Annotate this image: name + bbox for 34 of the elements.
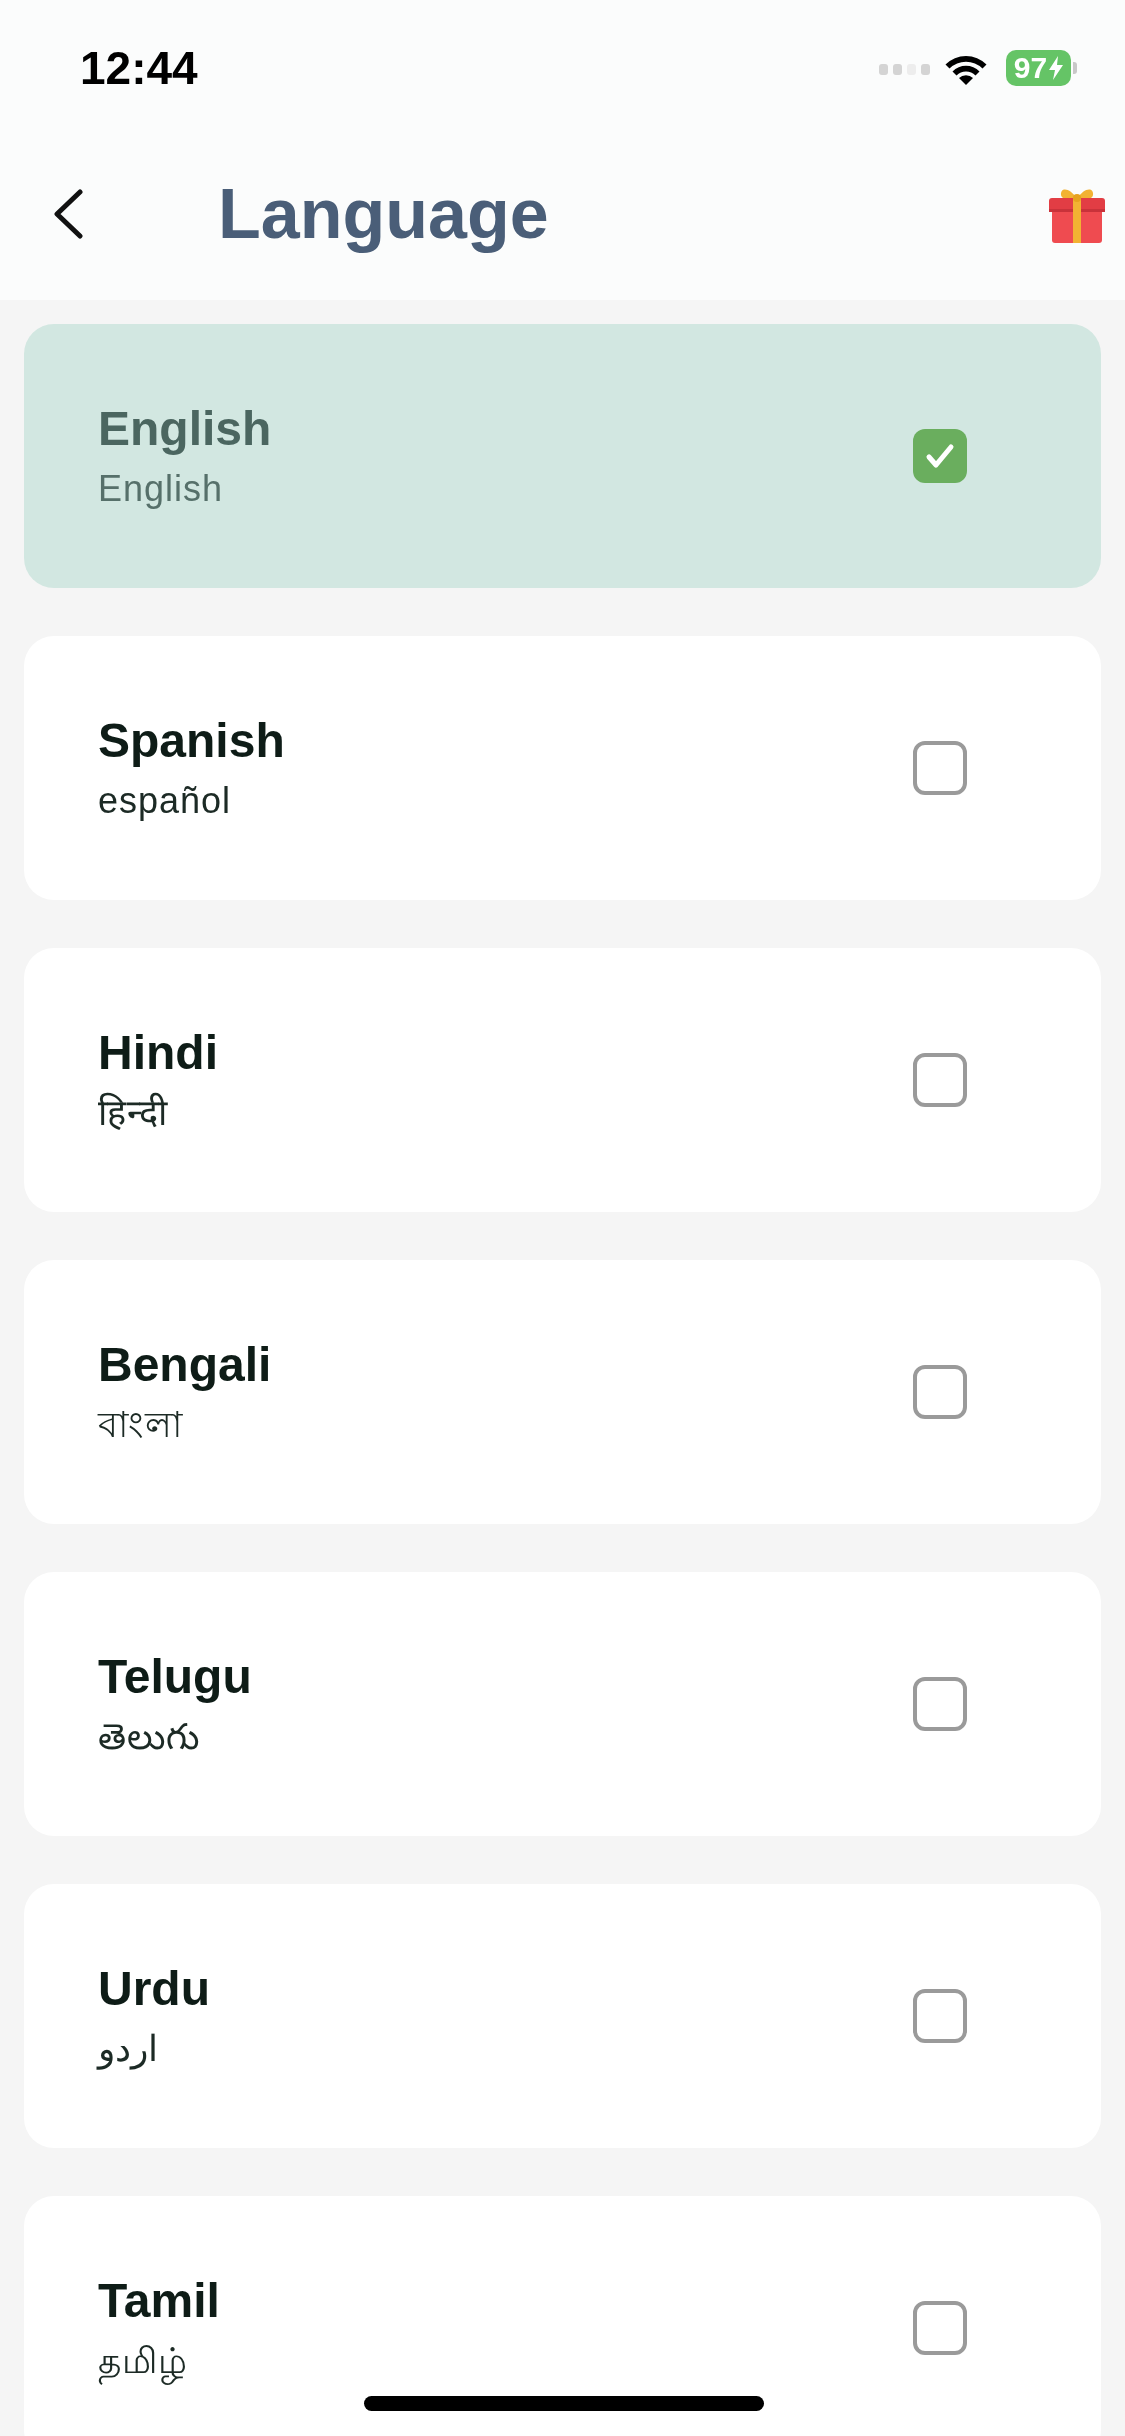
native-name: اردو xyxy=(98,2027,159,2072)
checkbox[interactable] xyxy=(913,1989,967,2043)
bolt-icon xyxy=(1049,56,1064,80)
native-name: English xyxy=(98,467,225,511)
language-option[interactable]: Bengali বাংলা xyxy=(24,1260,1101,1524)
signal-icon xyxy=(879,61,931,75)
language-name: Spanish xyxy=(98,713,285,769)
back-icon xyxy=(52,189,84,239)
language-name: Telugu xyxy=(98,1649,252,1705)
language-option[interactable]: Telugu తెలుగు xyxy=(24,1572,1101,1836)
checkbox[interactable] xyxy=(913,429,967,483)
checkbox[interactable] xyxy=(913,2301,967,2355)
checkbox[interactable] xyxy=(913,1677,967,1731)
checkbox[interactable] xyxy=(913,1365,967,1419)
language-name: Hindi xyxy=(98,1025,218,1081)
language-name: English xyxy=(98,401,272,457)
language-option[interactable]: English English xyxy=(24,324,1101,588)
page-title: Language xyxy=(218,174,549,255)
checkbox[interactable] xyxy=(913,741,967,795)
native-name: বাংলা xyxy=(98,1403,184,1447)
native-name: తెలుగు xyxy=(98,1715,201,1759)
checkmark-icon xyxy=(925,443,955,469)
battery-percentage: 97 xyxy=(1013,51,1048,85)
native-name: தமிழ் xyxy=(98,2338,220,2384)
language-name: Tamil xyxy=(98,2273,220,2329)
language-name: Bengali xyxy=(98,1337,272,1393)
status-time: 12:44 xyxy=(80,41,198,95)
checkbox[interactable] xyxy=(913,1053,967,1107)
native-name: हिन्दी xyxy=(98,1091,169,1135)
language-name: Urdu xyxy=(98,1961,210,2017)
language-option[interactable]: Hindi हिन्दी xyxy=(24,948,1101,1212)
language-option[interactable]: Tamil தமிழ் xyxy=(24,2196,1101,2436)
language-option[interactable]: Spanish español xyxy=(24,636,1101,900)
native-name: español xyxy=(98,779,233,823)
